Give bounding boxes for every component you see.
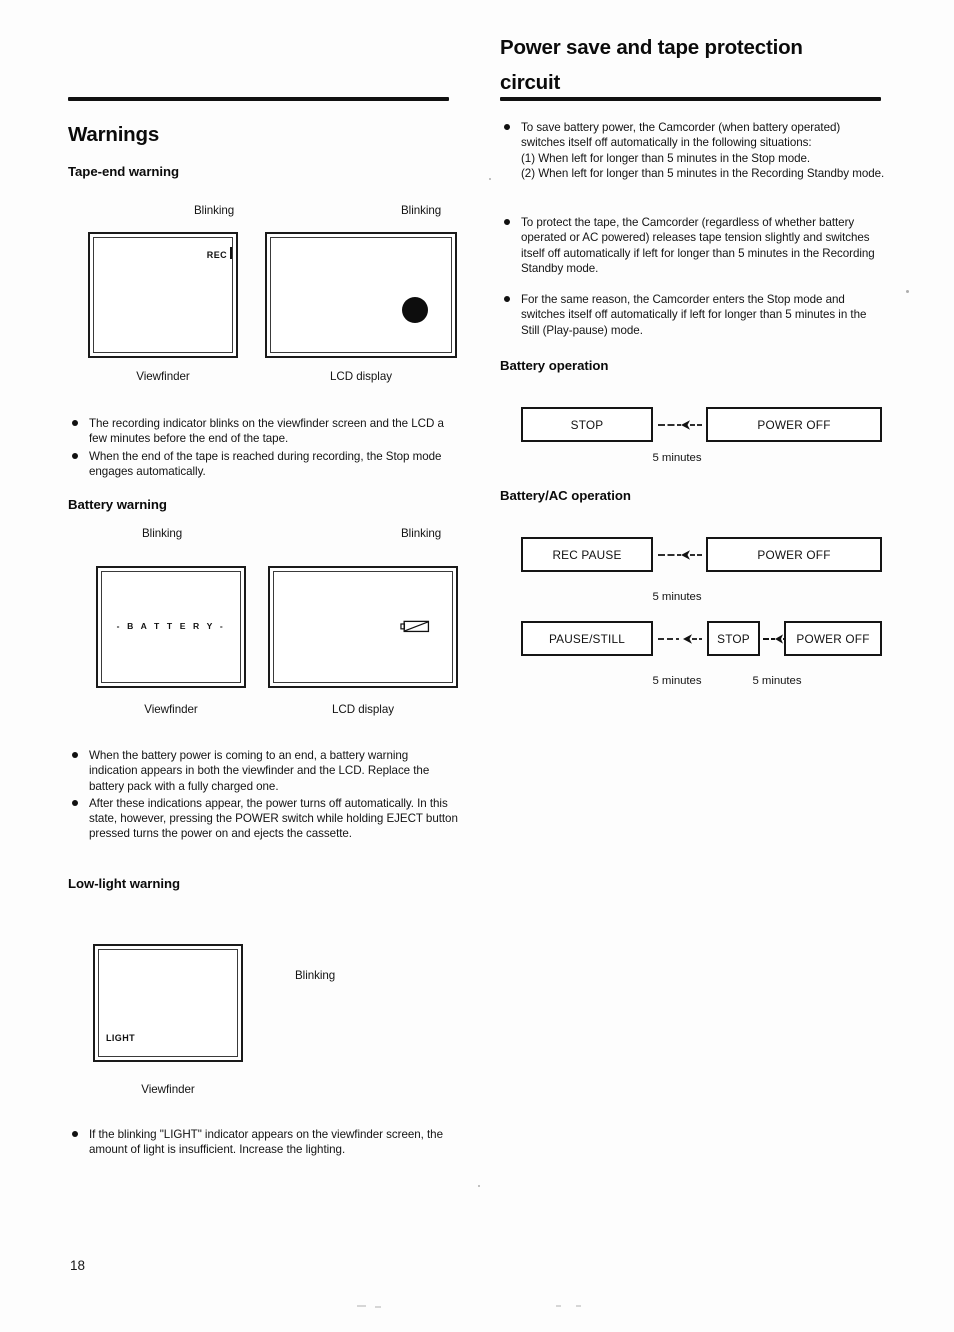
warnings-heading: Warnings [68,123,160,146]
scan-dust [906,290,909,293]
tape-end-viewfinder-rec-text: REC [206,250,227,260]
bullet-dot-icon [504,219,510,225]
bullet-text: When the battery power is coming to an e… [89,749,430,793]
tape-end-bullets: The recording indicator blinks on the vi… [70,416,452,481]
flow-box-pause-still: PAUSE/STILL [521,621,653,656]
bullet-text: After these indications appear, the powe… [89,796,458,841]
flow-box-stop: STOP [707,621,760,656]
battery-viewfinder-panel: - B A T T E R Y - [96,566,246,688]
empty-battery-icon [400,620,430,633]
list-item: If the blinking "LIGHT" indicator appear… [70,1127,458,1158]
scan-dust [478,1185,480,1187]
battery-viewfinder-text: - B A T T E R Y - [116,621,226,631]
bullet-dot-icon [72,752,78,758]
record-dot-icon [402,297,428,323]
flow-box-power-off: POWER OFF [706,537,882,572]
sub-item: (2) When left for longer than 5 minutes … [521,166,885,180]
tape-end-blinking-label-right: Blinking [401,204,442,217]
bullet-dot-icon [72,1131,78,1137]
bullet-text: If the blinking "LIGHT" indicator appear… [89,1128,443,1157]
tape-end-blinking-label-left: Blinking [194,204,235,217]
scan-speck [357,1305,366,1307]
scan-speck [375,1306,381,1308]
power-save-bullet-3: For the same reason, the Camcorder enter… [502,292,886,340]
battery-lcd-caption: LCD display [332,703,394,716]
warnings-heading-rule [68,97,449,101]
flow-arrow-icon [658,550,702,560]
tape-end-viewfinder-panel: REC [88,232,238,358]
low-light-warning-title: Low-light warning [68,876,180,891]
bullet-dot-icon [72,799,78,806]
document-page: Warnings Tape-end warning Blinking Blink… [0,0,954,1332]
list-item: After these indications appear, the powe… [70,796,458,842]
bullet-text: To protect the tape, the Camcorder (rega… [521,216,875,275]
list-item: To save battery power, the Camcorder (wh… [502,120,886,181]
bullet-text: To save battery power, the Camcorder (wh… [521,121,841,150]
flow-label-minutes: 5 minutes [752,675,802,687]
bullet-text: When the end of the tape is reached duri… [89,449,442,478]
tape-end-lcd-caption: LCD display [330,370,392,383]
battery-warning-title: Battery warning [68,497,167,512]
low-light-bullets: If the blinking "LIGHT" indicator appear… [70,1127,458,1160]
flow-arrow-icon [658,634,702,644]
scan-speck [556,1305,561,1307]
low-light-blinking-label: Blinking [295,969,336,982]
list-item: The recording indicator blinks on the vi… [70,416,452,447]
bullet-dot-icon [72,452,78,459]
low-light-viewfinder-text: LIGHT [106,1033,135,1043]
battery-blinking-label-left: Blinking [142,527,183,540]
bullet-text: The recording indicator blinks on the vi… [89,417,444,446]
flow-box-rec-pause: REC PAUSE [521,537,653,572]
battery-warning-bullets: When the battery power is coming to an e… [70,748,458,844]
scan-speck [576,1305,581,1307]
page-title-line1: Power save and tape protection [500,36,803,59]
page-number: 18 [70,1258,86,1273]
scan-dust [489,178,491,180]
bullet-dot-icon [504,296,510,302]
battery-ac-operation-title: Battery/AC operation [500,488,631,503]
list-item: For the same reason, the Camcorder enter… [502,292,886,338]
bullet-dot-icon [72,420,78,426]
low-light-viewfinder-caption: Viewfinder [141,1083,195,1096]
flow-box-power-off: POWER OFF [784,621,882,656]
power-save-bullet-2: To protect the tape, the Camcorder (rega… [502,215,886,278]
tape-end-lcd-panel [265,232,457,358]
list-item: To protect the tape, the Camcorder (rega… [502,215,886,276]
low-light-viewfinder-panel: LIGHT [93,944,243,1062]
list-item: When the battery power is coming to an e… [70,748,458,794]
battery-operation-title: Battery operation [500,358,609,373]
flow-arrow-icon [658,420,702,430]
flow-box-power-off: POWER OFF [706,407,882,442]
rec-tick-icon [230,247,232,259]
battery-blinking-label-right: Blinking [401,527,442,540]
page-title-line2: circuit [500,71,561,94]
flow-label-minutes: 5 minutes [652,591,702,603]
bullet-text: For the same reason, the Camcorder enter… [521,293,867,337]
flow-label-minutes: 5 minutes [652,452,702,464]
tape-end-viewfinder-caption: Viewfinder [136,370,190,383]
power-save-bullet-1: To save battery power, the Camcorder (wh… [502,120,886,183]
sub-item: (1) When left for longer than 5 minutes … [521,151,811,165]
battery-viewfinder-caption: Viewfinder [144,703,198,716]
battery-lcd-panel [268,566,458,688]
flow-box-stop: STOP [521,407,653,442]
list-item: When the end of the tape is reached duri… [70,449,452,480]
bullet-dot-icon [504,124,510,130]
title-rule [500,97,881,101]
tape-end-warning-title: Tape-end warning [68,164,180,179]
